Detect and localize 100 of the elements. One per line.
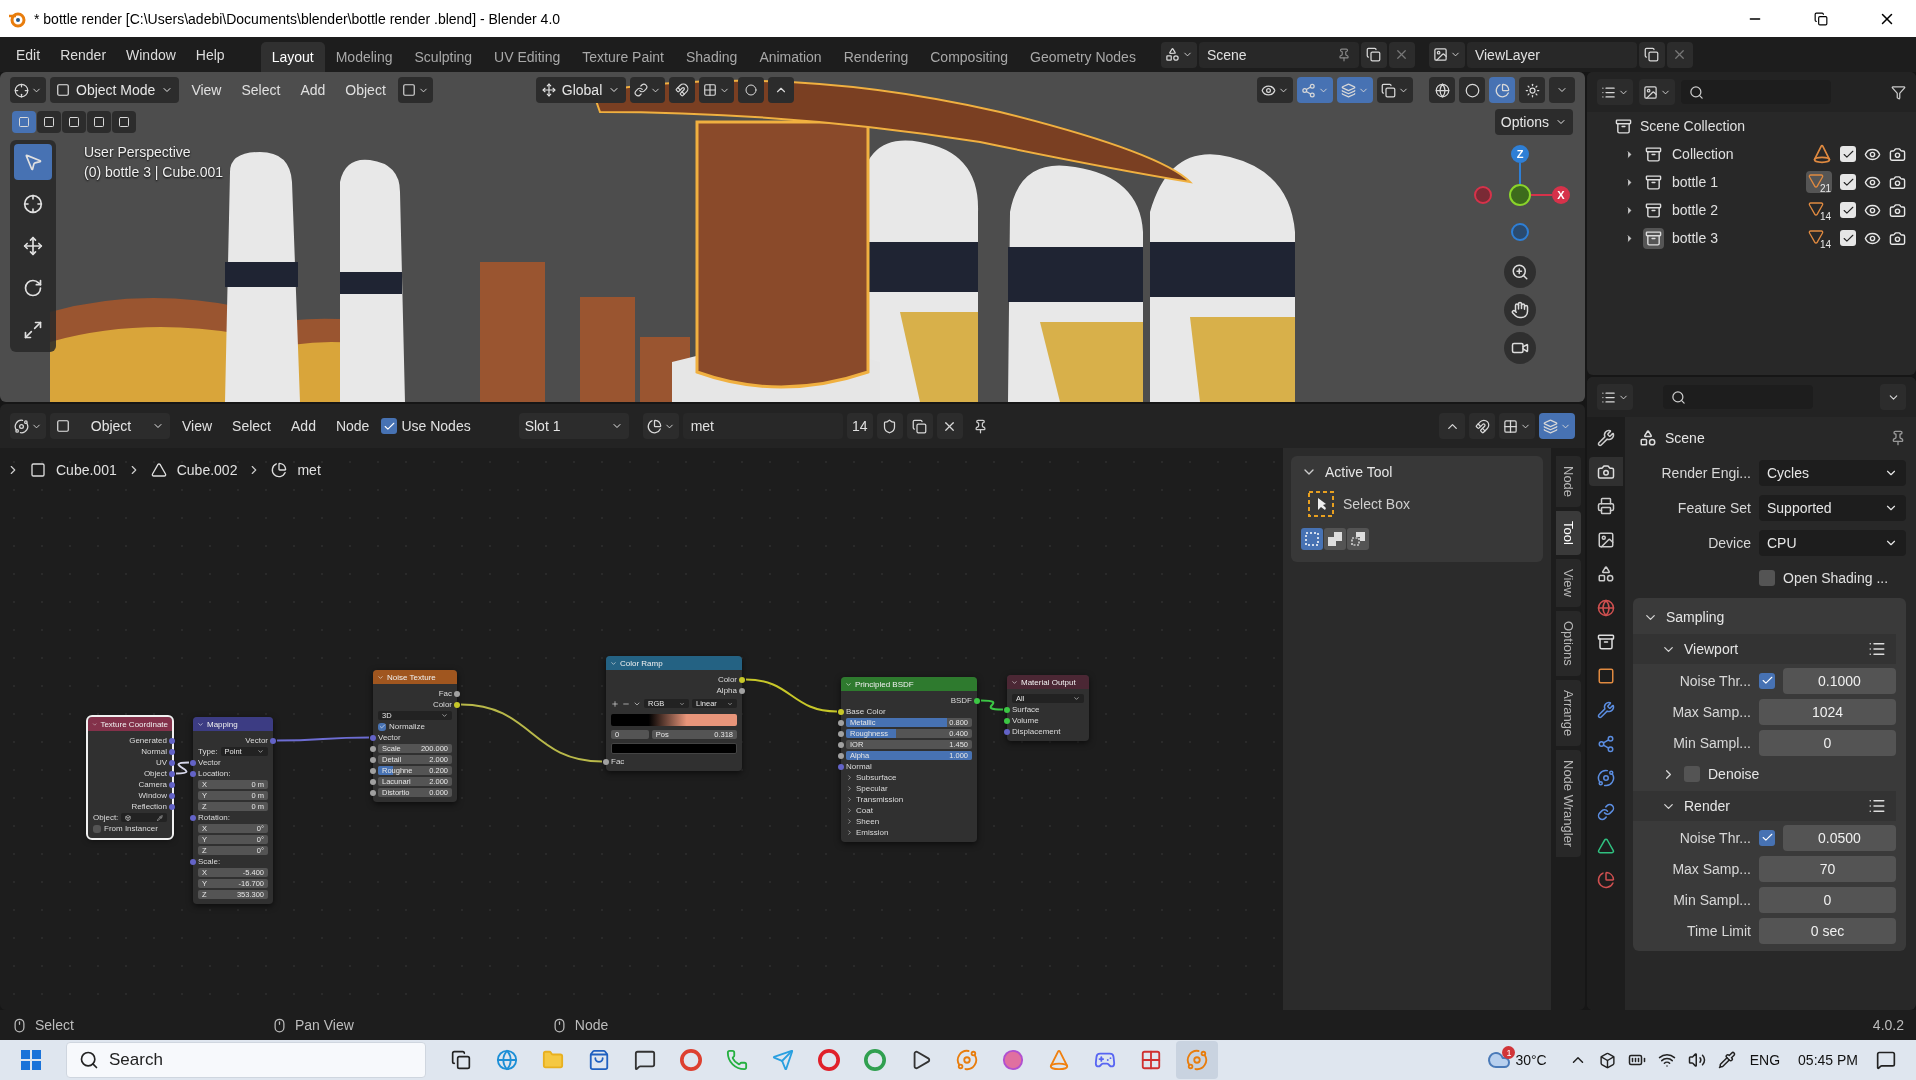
node-title: Principled BSDF bbox=[855, 679, 914, 689]
menu-item[interactable]: Help bbox=[185, 40, 235, 69]
socket-label: Vector bbox=[198, 758, 221, 767]
user-count-button[interactable]: 14 bbox=[846, 413, 873, 439]
workspace-tab[interactable]: Animation bbox=[748, 42, 833, 72]
number-field[interactable]: 70 bbox=[1759, 855, 1896, 882]
shader-type-dropdown[interactable]: Object bbox=[50, 413, 170, 439]
breadcrumb-item[interactable]: Cube.001 bbox=[56, 462, 117, 478]
sidebar-tab[interactable]: Node bbox=[1555, 456, 1581, 508]
mode-dropdown[interactable]: Object Mode bbox=[50, 77, 180, 103]
language-indicator[interactable]: ENG bbox=[1749, 1052, 1781, 1068]
workspace-tab[interactable]: Layout bbox=[260, 42, 325, 72]
viewport-info: (0) bottle 3 | Cube.001 bbox=[84, 164, 225, 180]
field-label: Time Limit bbox=[1685, 922, 1751, 939]
workspace-tab[interactable]: Shading bbox=[675, 42, 749, 72]
dropdown[interactable]: Supported bbox=[1759, 494, 1906, 521]
menu-item[interactable]: Add bbox=[283, 418, 324, 434]
workspace-tab[interactable]: UV Editing bbox=[483, 42, 572, 72]
menu-item[interactable]: Add bbox=[292, 82, 334, 98]
mesh-count: 14 bbox=[1819, 239, 1831, 250]
options-dropdown[interactable]: Options bbox=[1494, 109, 1573, 135]
menu-item[interactable]: View bbox=[183, 82, 230, 98]
checkbox-label: Use Nodes bbox=[401, 418, 471, 434]
menu-item[interactable]: Node bbox=[327, 418, 378, 434]
socket-label: Base Color bbox=[846, 707, 886, 716]
workspace-tab[interactable]: Modeling bbox=[324, 42, 404, 72]
node-header[interactable]: Principled BSDF bbox=[841, 677, 977, 691]
number-field[interactable]: 0 bbox=[1759, 729, 1896, 756]
mesh-count: 21 bbox=[1819, 183, 1831, 194]
number-field[interactable]: 0.1000 bbox=[1783, 667, 1896, 694]
orientation-dropdown[interactable]: Global bbox=[535, 77, 627, 103]
socket-label: Camera bbox=[138, 780, 167, 789]
socket-label: Displacement bbox=[1012, 727, 1061, 736]
menu-item[interactable]: Window bbox=[116, 40, 186, 69]
menu-item[interactable]: Edit bbox=[6, 40, 51, 69]
number-field[interactable]: 0 sec bbox=[1759, 917, 1896, 944]
number-field[interactable]: 0 bbox=[1759, 886, 1896, 913]
panel-title[interactable]: Denoise bbox=[1708, 766, 1760, 782]
node-header[interactable]: Color Ramp bbox=[606, 656, 742, 670]
mesh-data-button[interactable]: 14 bbox=[1806, 199, 1832, 221]
socket-label: Vector bbox=[245, 736, 268, 745]
field-label: Feature Set bbox=[1676, 499, 1751, 516]
sidebar-tab[interactable]: Arrange bbox=[1555, 679, 1581, 746]
panel-title[interactable]: Sampling bbox=[1666, 609, 1725, 625]
field-label: Min Sampl... bbox=[1672, 734, 1751, 751]
dropdown[interactable]: CPU bbox=[1759, 529, 1906, 556]
panel-label[interactable]: Transmission bbox=[856, 795, 904, 804]
sidebar-tab[interactable]: View bbox=[1555, 558, 1581, 607]
tree-item[interactable]: bottle 2 bbox=[1672, 202, 1798, 218]
number-field[interactable]: 1024 bbox=[1759, 698, 1896, 725]
dropdown[interactable]: Cycles bbox=[1759, 459, 1906, 486]
sidebar-tab[interactable]: Tool bbox=[1555, 511, 1581, 555]
socket-label: Color bbox=[432, 700, 452, 709]
workspace-tab[interactable]: Texture Paint bbox=[571, 42, 675, 72]
slot-dropdown[interactable]: Slot 1 bbox=[518, 413, 629, 439]
workspace-tab[interactable]: Compositing bbox=[919, 42, 1020, 72]
socket-label: Fac bbox=[438, 689, 452, 698]
menu-item[interactable]: Select bbox=[233, 82, 289, 98]
node-title: Noise Texture bbox=[387, 672, 436, 682]
tree-item[interactable]: Collection bbox=[1672, 146, 1804, 162]
socket-label: Generated bbox=[129, 736, 167, 745]
sidebar-tab[interactable]: Options bbox=[1555, 610, 1581, 676]
node-header[interactable]: Texture Coordinate bbox=[88, 717, 172, 731]
socket-label: Scale: bbox=[198, 857, 221, 866]
menu-item[interactable]: View bbox=[174, 418, 221, 434]
tree-item[interactable]: bottle 3 bbox=[1672, 230, 1798, 246]
breadcrumb-item[interactable]: met bbox=[297, 462, 321, 478]
panel-label[interactable]: Subsurface bbox=[856, 773, 897, 782]
scene-field[interactable]: Scene bbox=[1198, 41, 1359, 68]
panel-label[interactable]: Emission bbox=[856, 828, 889, 837]
workspace-tab[interactable]: Sculpting bbox=[403, 42, 484, 72]
view-layer-field[interactable]: ViewLayer bbox=[1466, 41, 1637, 68]
panel-label[interactable]: Specular bbox=[856, 784, 888, 793]
workspace-tab[interactable]: Geometry Nodes bbox=[1019, 42, 1147, 72]
menu-item[interactable]: Render bbox=[50, 40, 117, 69]
panel-label[interactable]: Sheen bbox=[856, 817, 880, 826]
tree-item[interactable]: bottle 1 bbox=[1672, 174, 1798, 190]
menu-item[interactable]: Select bbox=[224, 418, 279, 434]
number-field[interactable]: 0.0500 bbox=[1783, 824, 1896, 851]
tree-item[interactable]: Scene Collection bbox=[1640, 118, 1906, 134]
node-header[interactable]: Material Output bbox=[1007, 675, 1089, 689]
mesh-data-button[interactable]: 21 bbox=[1806, 171, 1832, 193]
node-header[interactable]: Noise Texture bbox=[373, 670, 457, 684]
panel-title[interactable]: Active Tool bbox=[1325, 464, 1533, 480]
node-header[interactable]: Mapping bbox=[193, 717, 273, 731]
workspace-tab[interactable]: Rendering bbox=[832, 42, 920, 72]
breadcrumb-item[interactable]: Cube.002 bbox=[176, 462, 238, 478]
viewport-info: User Perspective bbox=[84, 144, 192, 160]
search-field[interactable]: Search bbox=[66, 1042, 426, 1078]
node-title: Mapping bbox=[207, 719, 238, 729]
shader-node[interactable]: Texture Coordinate Generated Normal UV Object Camera Window Reflection Object: From Instancer bbox=[88, 717, 172, 838]
material-name-field[interactable]: met bbox=[682, 413, 843, 439]
axis-handle[interactable]: X bbox=[1552, 186, 1570, 204]
panel-label[interactable]: Coat bbox=[856, 806, 873, 815]
sidebar-tab[interactable]: Node Wrangler bbox=[1555, 749, 1581, 858]
axis-handle[interactable]: Z bbox=[1511, 145, 1529, 163]
socket-label: Surface bbox=[1012, 705, 1040, 714]
mesh-data-button[interactable]: 14 bbox=[1806, 227, 1832, 249]
clock[interactable]: 05:45 PM bbox=[1798, 1052, 1858, 1068]
menu-item[interactable]: Object bbox=[337, 82, 394, 98]
